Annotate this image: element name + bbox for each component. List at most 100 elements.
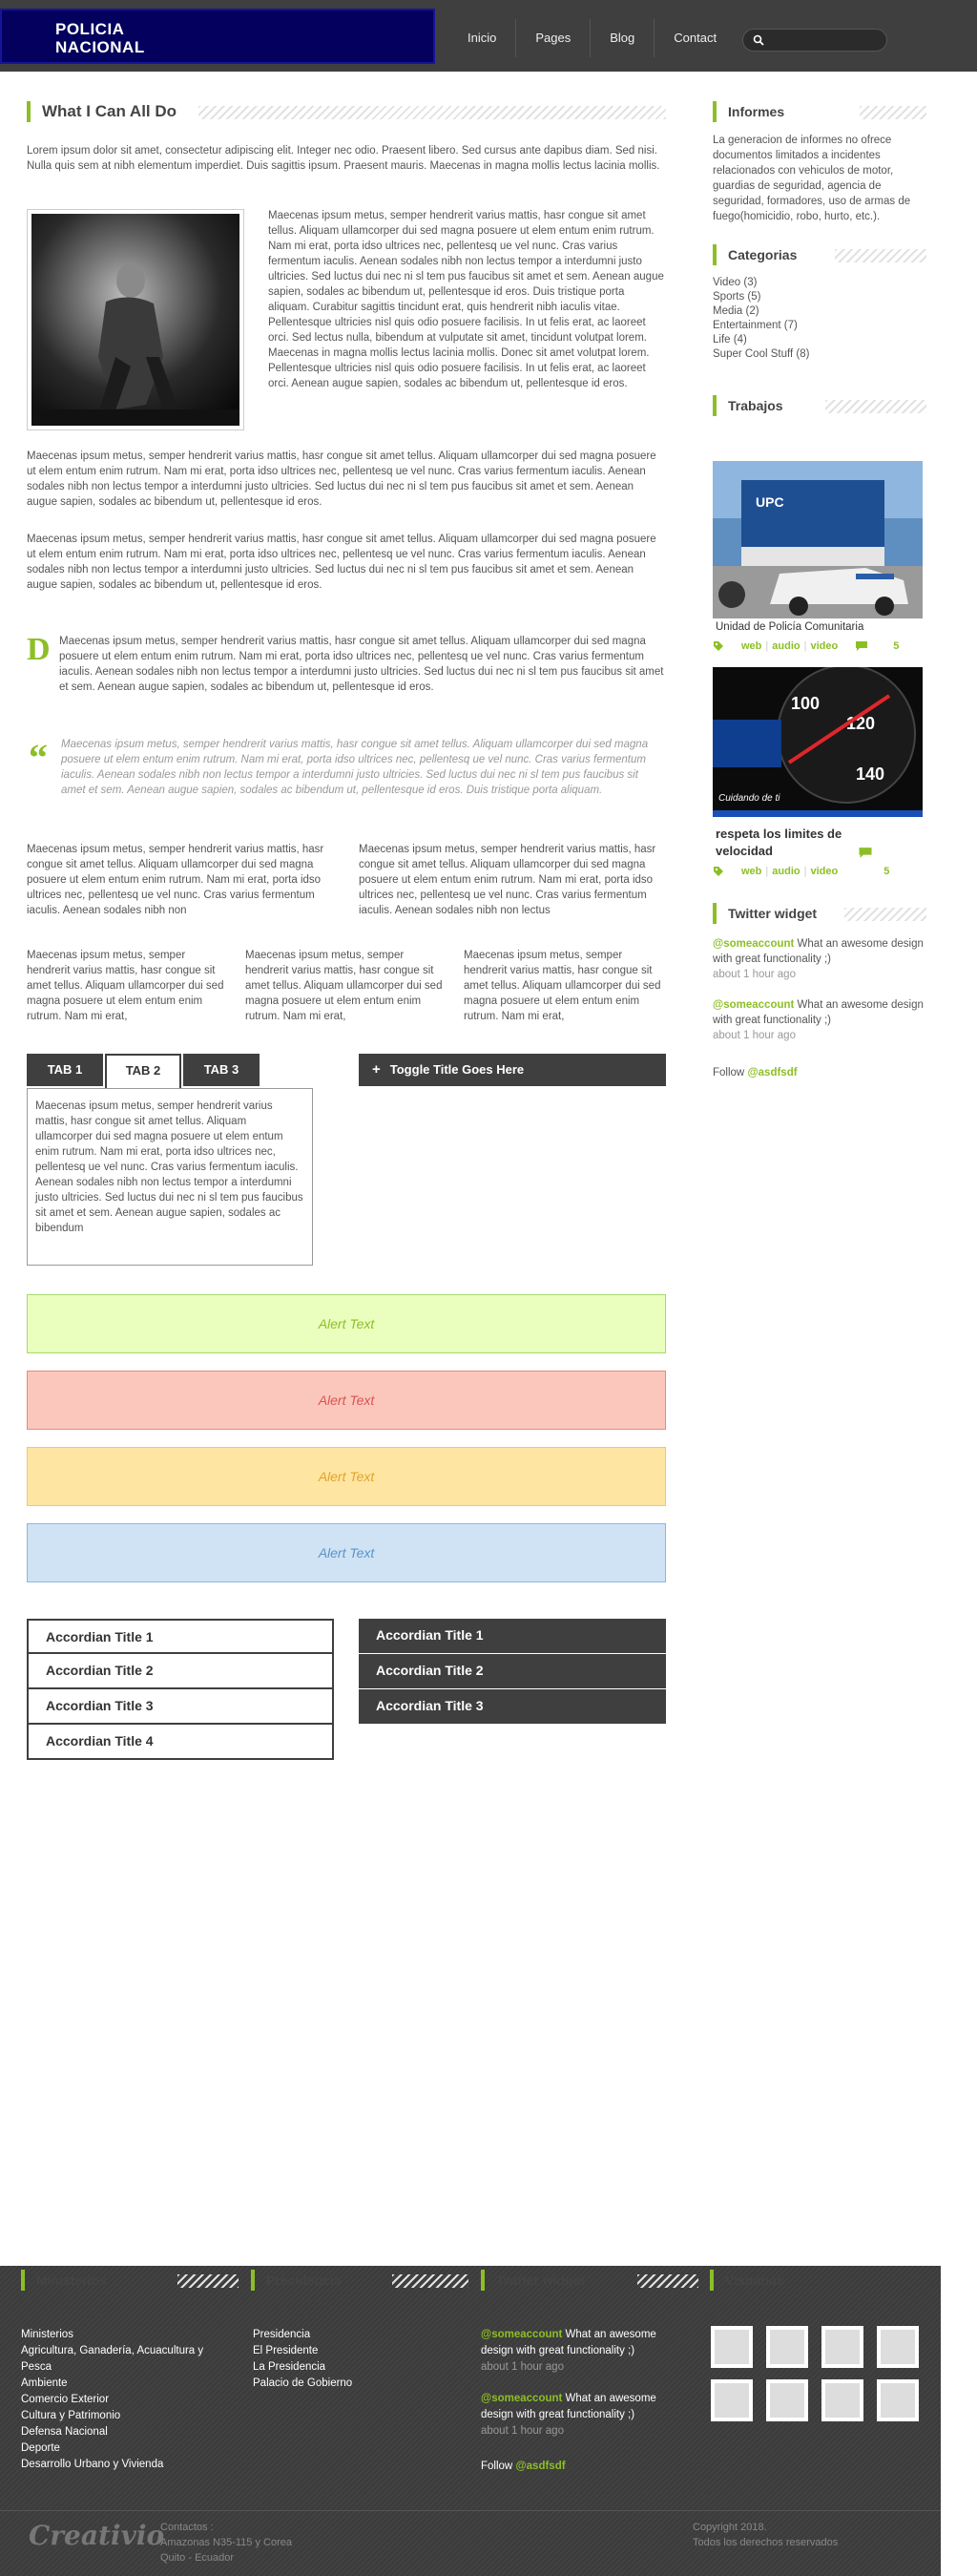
dropcap-paragraph: Maecenas ipsum metus, semper hendrerit v…: [59, 636, 664, 693]
logo-line-1: POLICIA: [55, 20, 125, 38]
footer-link[interactable]: Deporte: [21, 2440, 203, 2457]
category-link[interactable]: Sports (5): [713, 291, 761, 303]
logo-text: POLICIA NACIONAL: [55, 20, 145, 56]
tweet-handle[interactable]: @someaccount: [481, 2329, 562, 2340]
accordion-item[interactable]: Accordian Title 1: [359, 1619, 666, 1654]
heading-hatch: [844, 908, 926, 921]
nav-contact[interactable]: Contact: [655, 19, 736, 57]
accordion-item[interactable]: Accordian Title 1: [27, 1619, 334, 1654]
footer-link[interactable]: Presidencia: [253, 2327, 352, 2343]
footer-link[interactable]: Desarrollo Urbano y Vivienda: [21, 2457, 203, 2473]
work-title[interactable]: respeta los limites de velocidad: [716, 826, 878, 860]
category-link[interactable]: Life (4): [713, 334, 747, 346]
column-text-1: Maecenas ipsum metus, semper hendrerit v…: [27, 844, 324, 916]
footer-link[interactable]: Comercio Exterior: [21, 2392, 203, 2408]
title-hatch: [198, 106, 666, 119]
nav-pages[interactable]: Pages: [516, 19, 592, 57]
link-audio[interactable]: audio: [772, 640, 800, 652]
gallery-thumbnail[interactable]: [821, 2326, 863, 2368]
trabajos-title: Trabajos: [728, 398, 783, 413]
footer-link[interactable]: Palacio de Gobierno: [253, 2376, 352, 2392]
categorias-title: Categorias: [728, 247, 798, 262]
nav-blog[interactable]: Blog: [591, 19, 655, 57]
twitter-title: Twitter widget: [728, 906, 818, 921]
nav-inicio[interactable]: Inicio: [448, 19, 517, 57]
footer-logo[interactable]: Creativio: [29, 2520, 164, 2551]
svg-text:100: 100: [791, 694, 820, 713]
tab-panel: Maecenas ipsum metus, semper hendrerit v…: [27, 1088, 313, 1266]
tab-3[interactable]: TAB 3: [183, 1054, 260, 1086]
link-video[interactable]: video: [810, 640, 838, 652]
main-nav: Inicio Pages Blog Contact: [448, 19, 736, 57]
category-link[interactable]: Media (2): [713, 305, 759, 317]
footer-link[interactable]: El Presidente: [253, 2343, 352, 2359]
gallery-thumbnail[interactable]: [711, 2326, 753, 2368]
site-logo[interactable]: POLICIA NACIONAL: [0, 9, 435, 64]
alert-error: Alert Text: [27, 1371, 666, 1430]
tweet-time: about 1 hour ago: [713, 969, 796, 980]
search-input[interactable]: [770, 32, 875, 48]
footer-link[interactable]: Cultura y Patrimonio: [21, 2408, 203, 2424]
accordion-item[interactable]: Accordian Title 3: [27, 1689, 334, 1725]
link-video[interactable]: video: [810, 866, 838, 877]
tweet-handle[interactable]: @someaccount: [713, 999, 794, 1011]
tweet-time: about 1 hour ago: [713, 1030, 796, 1041]
accordion-item[interactable]: Accordian Title 2: [359, 1654, 666, 1689]
link-audio[interactable]: audio: [772, 866, 800, 877]
search-icon[interactable]: [753, 34, 764, 46]
work-image-upc[interactable]: UPC: [713, 461, 923, 618]
tab-1[interactable]: TAB 1: [27, 1054, 103, 1086]
footer-heading-text: Precidencia: [266, 2272, 342, 2288]
heading-hatch: [860, 106, 926, 119]
follow-handle[interactable]: @asdfsdf: [747, 1067, 797, 1079]
follow-handle[interactable]: @asdfsdf: [515, 2461, 565, 2472]
footer-link[interactable]: Ambiente: [21, 2376, 203, 2392]
link-web[interactable]: web: [741, 866, 761, 877]
category-link[interactable]: Video (3): [713, 277, 757, 288]
category-link[interactable]: Entertainment (7): [713, 320, 798, 331]
gallery-thumbnail[interactable]: [877, 2326, 919, 2368]
accordion-item[interactable]: Accordian Title 4: [27, 1725, 334, 1760]
footer-link[interactable]: La Presidencia: [253, 2359, 352, 2376]
gallery-thumbnail[interactable]: [766, 2379, 808, 2421]
informes-title: Informes: [728, 104, 785, 119]
gallery-thumbnail[interactable]: [821, 2379, 863, 2421]
gallery-thumbnail[interactable]: [766, 2326, 808, 2368]
category-link[interactable]: Super Cool Stuff (8): [713, 348, 809, 360]
tag-icon: [714, 867, 723, 876]
column3-text-2: Maecenas ipsum metus, semper hendrerit v…: [245, 950, 443, 1022]
tweet: @someaccount What an awesome design with…: [713, 997, 925, 1043]
accordion-item[interactable]: Accordian Title 2: [27, 1654, 334, 1689]
paragraph-3: Maecenas ipsum metus, semper hendrerit v…: [27, 534, 656, 591]
upc-sign-text: UPC: [756, 494, 784, 510]
footer-link[interactable]: Pesca: [21, 2359, 203, 2376]
accordion-light: Accordian Title 1 Accordian Title 2 Acco…: [27, 1619, 334, 1760]
footer-link[interactable]: Defensa Nacional: [21, 2424, 203, 2440]
gallery-thumbnail[interactable]: [877, 2379, 919, 2421]
footer-link[interactable]: Agricultura, Ganadería, Acuacultura y: [21, 2343, 203, 2359]
intro-paragraph: Lorem ipsum dolor sit amet, consectetur …: [27, 145, 660, 172]
column3-text-3: Maecenas ipsum metus, semper hendrerit v…: [464, 950, 661, 1022]
work-title[interactable]: Unidad de Policía Comunitaria: [716, 619, 863, 635]
work-image-velocidad[interactable]: 100 120 140 Cuidando de ti: [713, 667, 923, 817]
accordion-item[interactable]: Accordian Title 3: [359, 1689, 666, 1725]
logo-line-2: NACIONAL: [55, 38, 145, 56]
footer-link[interactable]: Ministerios: [21, 2327, 203, 2343]
link-web[interactable]: web: [741, 640, 761, 652]
contact-line: Amazonas N35-115 y Corea: [160, 2537, 292, 2548]
footer-twitter-heading: Twitter widget: [481, 2270, 698, 2291]
photo-image: [31, 214, 239, 426]
column3-text-1: Maecenas ipsum metus, semper hendrerit v…: [27, 950, 224, 1022]
heading-hatch: [825, 400, 926, 413]
footer-heading-text: Twitter widget: [496, 2272, 586, 2288]
precidencia-list: Presidencia El Presidente La Presidencia…: [253, 2327, 352, 2392]
footer-heading-text: Visitanos: [725, 2272, 784, 2288]
toggle-header[interactable]: + Toggle Title Goes Here: [359, 1054, 666, 1086]
footer-tweet: @someaccount What an awesome design with…: [481, 2391, 689, 2440]
tab-bar: TAB 1 TAB 2 TAB 3: [27, 1054, 261, 1088]
tweet-handle[interactable]: @someaccount: [713, 938, 794, 950]
tweet-handle[interactable]: @someaccount: [481, 2393, 562, 2404]
tab-2[interactable]: TAB 2: [105, 1054, 181, 1088]
gallery-thumbnail[interactable]: [711, 2379, 753, 2421]
page-title-text: What I Can All Do: [42, 102, 177, 120]
